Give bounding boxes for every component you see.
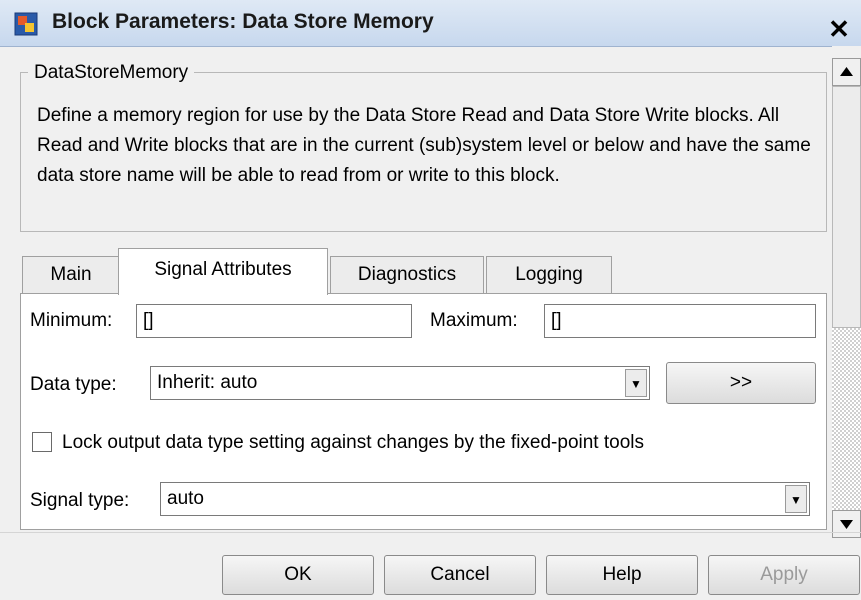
- close-icon[interactable]: ✕: [824, 14, 854, 44]
- signal-type-value: auto: [167, 488, 204, 509]
- window-title: Block Parameters: Data Store Memory: [52, 10, 434, 33]
- maximum-label: Maximum:: [430, 310, 518, 331]
- chevron-down-icon[interactable]: ▼: [785, 485, 807, 513]
- scrollbar-thumb[interactable]: [832, 86, 861, 328]
- title-bar: Block Parameters: Data Store Memory ✕: [0, 0, 861, 47]
- tab-signal-attributes[interactable]: Signal Attributes: [118, 248, 328, 295]
- vertical-scrollbar[interactable]: [832, 46, 861, 538]
- arrow-up-icon[interactable]: [832, 58, 861, 86]
- chevron-down-icon[interactable]: ▼: [625, 369, 647, 397]
- block-description: Define a memory region for use by the Da…: [37, 105, 811, 186]
- description-group: Define a memory region for use by the Da…: [20, 72, 827, 232]
- ok-button[interactable]: OK: [222, 555, 374, 595]
- tab-diagnostics[interactable]: Diagnostics: [330, 256, 484, 295]
- maximum-input[interactable]: []: [544, 304, 816, 338]
- simulink-block-icon: [14, 12, 38, 36]
- help-button[interactable]: Help: [546, 555, 698, 595]
- tab-logging[interactable]: Logging: [486, 256, 612, 295]
- minimum-label: Minimum:: [30, 310, 113, 331]
- arrow-down-icon[interactable]: [832, 510, 861, 538]
- signal-type-select[interactable]: auto ▼: [160, 482, 810, 516]
- footer-divider: [0, 532, 861, 533]
- signal-type-label: Signal type:: [30, 490, 130, 511]
- data-type-select[interactable]: Inherit: auto ▼: [150, 366, 650, 400]
- lock-data-type-checkbox[interactable]: [32, 432, 52, 452]
- lock-data-type-label: Lock output data type setting against ch…: [62, 432, 644, 453]
- minimum-input[interactable]: []: [136, 304, 412, 338]
- cancel-button[interactable]: Cancel: [384, 555, 536, 595]
- description-group-label: DataStoreMemory: [28, 62, 195, 84]
- scrollbar-track[interactable]: [832, 328, 861, 510]
- data-type-assistant-button[interactable]: >>: [666, 362, 816, 404]
- data-type-value: Inherit: auto: [157, 372, 258, 393]
- data-type-label: Data type:: [30, 374, 117, 395]
- apply-button[interactable]: Apply: [708, 555, 860, 595]
- tab-main[interactable]: Main: [22, 256, 120, 295]
